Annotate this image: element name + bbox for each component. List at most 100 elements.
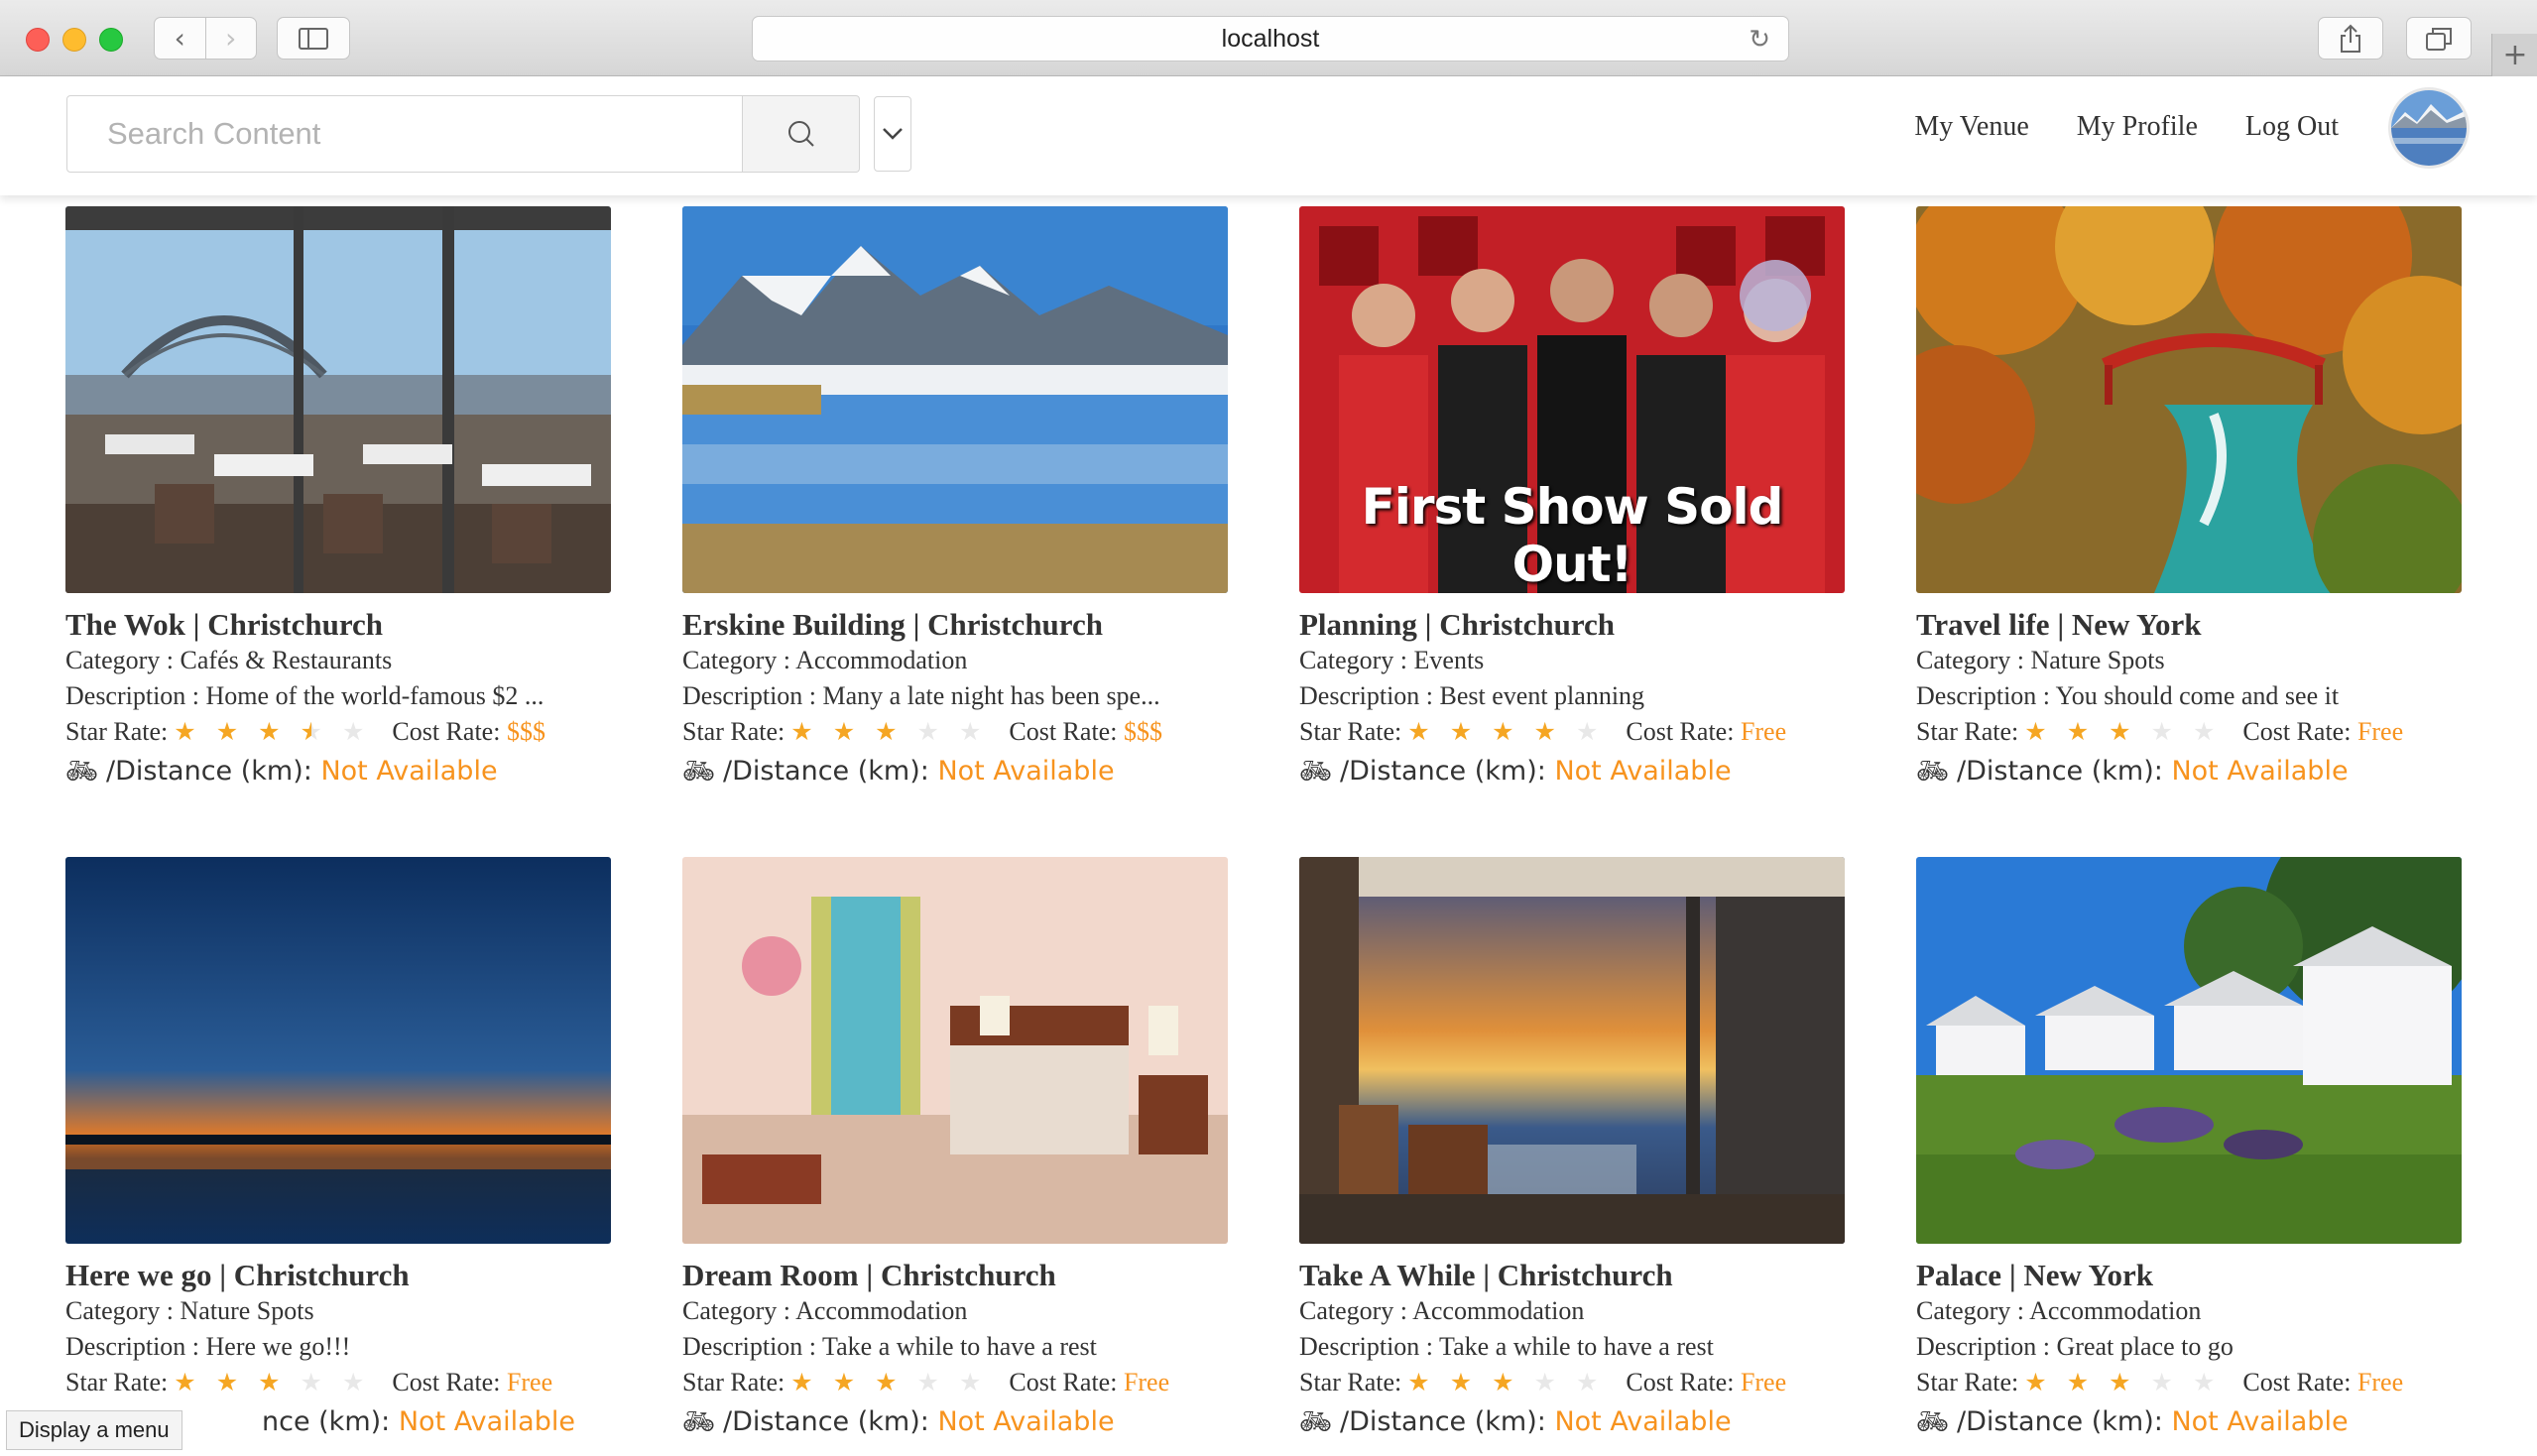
search-options-dropdown[interactable] [874,96,911,172]
distance-label: /Distance (km): [1957,756,2163,787]
star-empty-icon: ★ [958,1368,982,1396]
star-filled-icon: ★ [258,1368,281,1396]
star-rating: ★ ★ ★ ★ ★ [174,718,364,746]
star-rate-label: Star Rate: [1916,1368,2019,1396]
nav-my-profile[interactable]: My Profile [2077,111,2198,143]
star-filled-icon: ★ [832,1368,856,1396]
venue-title[interactable]: Here we go | Christchurch [65,1258,611,1293]
share-button[interactable] [2318,17,2383,60]
star-empty-icon: ★ [341,1368,365,1396]
distance-value: Not Available [2171,1406,2349,1437]
venue-description: Description : Great place to go [1916,1332,2234,1361]
distance-label: /Distance (km): [1340,1406,1546,1437]
distance-label: /Distance (km): [106,756,312,787]
venue-category: Category : Accommodation [682,646,968,674]
star-empty-icon: ★ [1533,1368,1556,1396]
cost-rate-label: Cost Rate: [1009,1368,1118,1396]
venue-card[interactable]: Here we go | Christchurch Category : Nat… [65,857,611,1442]
star-filled-icon: ★ [1449,717,1473,746]
cost-value: Free [1740,717,1787,746]
avatar[interactable] [2388,87,2470,169]
venue-card[interactable]: Take A While | Christchurch Category : A… [1299,857,1845,1442]
star-rating: ★ ★ ★ ★ ★ [1407,718,1598,746]
venue-title[interactable]: Erskine Building | Christchurch [682,607,1228,643]
venue-card[interactable]: Dream Room | Christchurch Category : Acc… [682,857,1228,1442]
close-window-button[interactable] [26,28,50,52]
distance-row: 🚲︎/Distance (km): Not Available [682,1402,1228,1442]
venue-title[interactable]: Take A While | Christchurch [1299,1258,1845,1293]
search-button[interactable] [743,95,860,173]
venue-card[interactable]: First Show Sold Out! Planning | Christch… [1299,206,1845,791]
venue-card[interactable]: The Wok | Christchurch Category : Cafés … [65,206,611,791]
cost-rate-label: Cost Rate: [1009,717,1118,746]
distance-value: Not Available [937,756,1115,787]
minimize-window-button[interactable] [62,28,86,52]
back-icon[interactable]: ‹ [155,18,206,59]
venue-category: Category : Cafés & Restaurants [65,646,393,674]
distance-value: Not Available [937,1406,1115,1437]
venue-description: Description : You should come and see it [1916,681,2340,710]
cost-value: $$$ [1123,717,1162,746]
forward-icon[interactable]: › [206,18,257,59]
venue-description: Description : Take a while to have a res… [1299,1332,1714,1361]
distance-label: nce (km): [262,1406,391,1437]
venue-photo[interactable] [1916,857,2462,1244]
zoom-window-button[interactable] [99,28,123,52]
rate-row: Star Rate: ★ ★ ★ ★ ★ Cost Rate: $$$ [65,714,611,750]
bicycle-icon: 🚲︎ [682,757,716,787]
venue-title[interactable]: Planning | Christchurch [1299,607,1845,643]
star-filled-icon: ★ [832,717,856,746]
rate-row: Star Rate: ★ ★ ★ ★ ★ Cost Rate: Free [1916,714,2462,750]
venue-category: Category : Nature Spots [1916,646,2165,674]
search-input[interactable] [67,115,742,153]
star-rating: ★ ★ ★ ★ ★ [1407,1369,1598,1396]
url-text: localhost [1221,24,1320,53]
sidebar-toggle-button[interactable] [277,17,350,60]
venue-description: Description : Here we go!!! [65,1332,351,1361]
rate-row: Star Rate: ★ ★ ★ ★ ★ Cost Rate: Free [1299,714,1845,750]
venue-description: Description : Best event planning [1299,681,1645,710]
venue-photo[interactable] [1299,857,1845,1244]
star-filled-icon: ★ [790,1368,813,1396]
venue-photo[interactable]: First Show Sold Out! [1299,206,1845,593]
new-tab-button[interactable]: + [2491,34,2537,76]
distance-value: Not Available [398,1406,575,1437]
show-tabs-button[interactable] [2406,17,2472,60]
venue-title[interactable]: Palace | New York [1916,1258,2462,1293]
venue-photo[interactable] [65,206,611,593]
bicycle-icon: 🚲︎ [682,1407,716,1437]
venue-title[interactable]: Travel life | New York [1916,607,2462,643]
star-filled-icon: ★ [2109,717,2131,746]
star-empty-icon: ★ [2150,717,2173,746]
venue-card[interactable]: Erskine Building | Christchurch Category… [682,206,1228,791]
cost-value: Free [506,1368,553,1396]
nav-my-venue[interactable]: My Venue [1914,111,2028,143]
bicycle-icon: 🚲︎ [65,757,99,787]
address-bar[interactable]: localhost ↻ [752,16,1789,61]
nav-log-out[interactable]: Log Out [2245,111,2339,143]
venue-photo[interactable] [1916,206,2462,593]
distance-row: 🚲︎/Distance (km): Not Available [682,752,1228,791]
venue-description: Description : Home of the world-famous $… [65,681,544,710]
venue-card[interactable]: Palace | New York Category : Accommodati… [1916,857,2462,1442]
distance-label: /Distance (km): [723,1406,929,1437]
venue-title[interactable]: Dream Room | Christchurch [682,1258,1228,1293]
distance-row: 🚲︎/Distance (km): Not Available [1299,1402,1845,1442]
distance-value: Not Available [320,756,498,787]
cost-value: $$$ [506,717,545,746]
venue-title[interactable]: The Wok | Christchurch [65,607,611,643]
venue-photo[interactable] [682,857,1228,1244]
history-nav: ‹ › [154,17,257,60]
venue-photo[interactable] [682,206,1228,593]
reload-icon[interactable]: ↻ [1749,25,1770,55]
distance-value: Not Available [1554,756,1732,787]
rate-row: Star Rate: ★ ★ ★ ★ ★ Cost Rate: Free [1916,1365,2462,1400]
rate-row: Star Rate: ★ ★ ★ ★ ★ Cost Rate: Free [682,1365,1228,1400]
app-header: My Venue My Profile Log Out [0,76,2537,195]
star-rate-label: Star Rate: [1916,717,2019,746]
rate-row: Star Rate: ★ ★ ★ ★ ★ Cost Rate: Free [1299,1365,1845,1400]
venue-photo[interactable] [65,857,611,1244]
search-field [66,95,743,173]
cost-rate-label: Cost Rate: [2242,717,2352,746]
venue-card[interactable]: Travel life | New York Category : Nature… [1916,206,2462,791]
